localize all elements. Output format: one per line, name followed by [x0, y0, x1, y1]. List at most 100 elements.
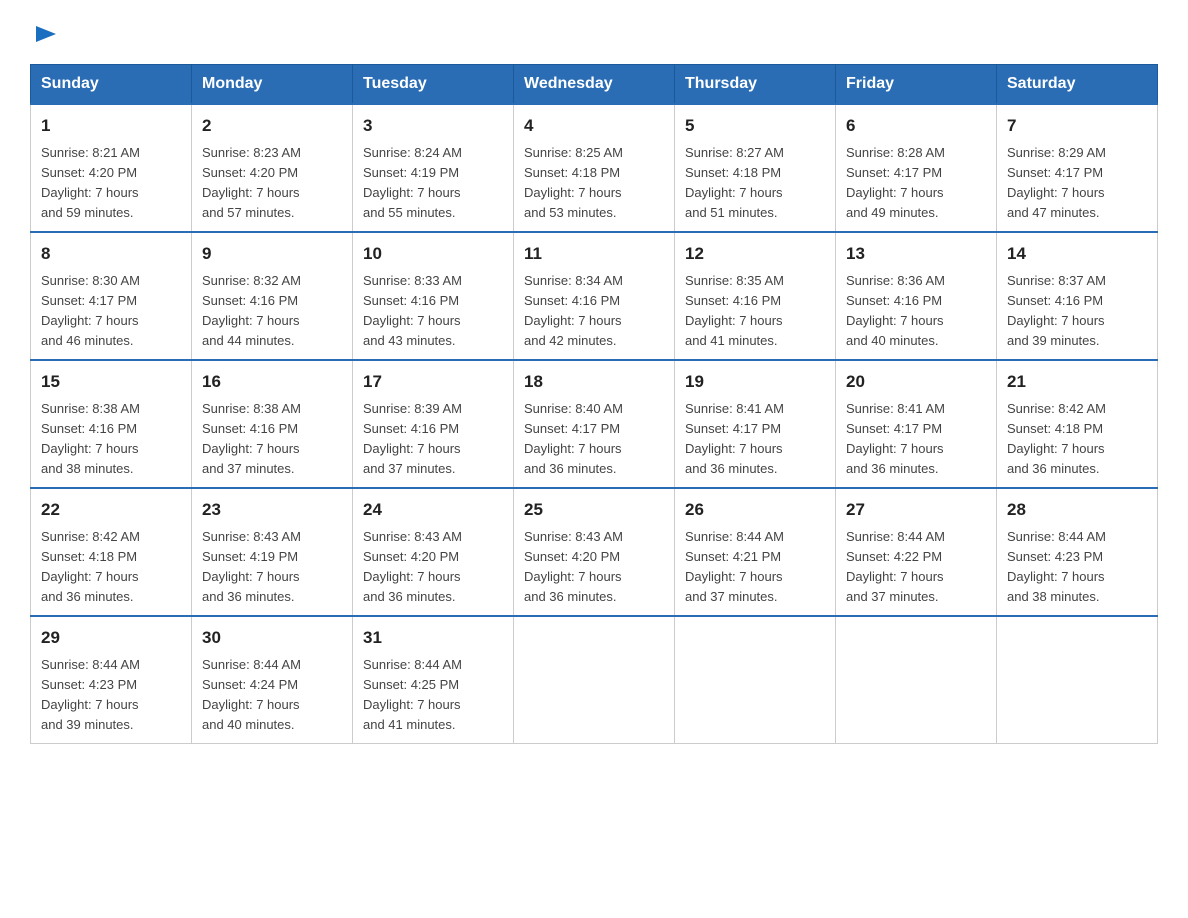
day-number: 5: [685, 113, 825, 139]
day-number: 1: [41, 113, 181, 139]
day-number: 18: [524, 369, 664, 395]
day-info: Sunrise: 8:39 AMSunset: 4:16 PMDaylight:…: [363, 399, 503, 480]
day-info: Sunrise: 8:40 AMSunset: 4:17 PMDaylight:…: [524, 399, 664, 480]
day-info: Sunrise: 8:44 AMSunset: 4:24 PMDaylight:…: [202, 655, 342, 736]
calendar-cell: 2 Sunrise: 8:23 AMSunset: 4:20 PMDaylight…: [192, 104, 353, 232]
calendar-cell: 5 Sunrise: 8:27 AMSunset: 4:18 PMDaylight…: [675, 104, 836, 232]
day-number: 23: [202, 497, 342, 523]
day-number: 27: [846, 497, 986, 523]
calendar-cell: 26 Sunrise: 8:44 AMSunset: 4:21 PMDayligh…: [675, 488, 836, 616]
day-number: 15: [41, 369, 181, 395]
day-info: Sunrise: 8:24 AMSunset: 4:19 PMDaylight:…: [363, 143, 503, 224]
calendar-cell: 17 Sunrise: 8:39 AMSunset: 4:16 PMDayligh…: [353, 360, 514, 488]
day-info: Sunrise: 8:44 AMSunset: 4:21 PMDaylight:…: [685, 527, 825, 608]
day-info: Sunrise: 8:37 AMSunset: 4:16 PMDaylight:…: [1007, 271, 1147, 352]
calendar-cell: 13 Sunrise: 8:36 AMSunset: 4:16 PMDayligh…: [836, 232, 997, 360]
calendar-cell: 25Sunrise: 8:43 AMSunset: 4:20 PMDayligh…: [514, 488, 675, 616]
day-number: 16: [202, 369, 342, 395]
calendar-cell: 14 Sunrise: 8:37 AMSunset: 4:16 PMDayligh…: [997, 232, 1158, 360]
day-number: 6: [846, 113, 986, 139]
calendar-cell: 20 Sunrise: 8:41 AMSunset: 4:17 PMDayligh…: [836, 360, 997, 488]
day-number: 13: [846, 241, 986, 267]
day-info: Sunrise: 8:25 AMSunset: 4:18 PMDaylight:…: [524, 143, 664, 224]
day-number: 17: [363, 369, 503, 395]
day-info: Sunrise: 8:43 AMSunset: 4:20 PMDaylight:…: [524, 527, 664, 608]
day-info: Sunrise: 8:38 AMSunset: 4:16 PMDaylight:…: [41, 399, 181, 480]
calendar-cell: [836, 616, 997, 744]
weekday-header-wednesday: Wednesday: [514, 65, 675, 105]
calendar-body: 1 Sunrise: 8:21 AMSunset: 4:20 PMDaylight…: [31, 104, 1158, 744]
day-info: Sunrise: 8:28 AMSunset: 4:17 PMDaylight:…: [846, 143, 986, 224]
day-number: 7: [1007, 113, 1147, 139]
day-number: 19: [685, 369, 825, 395]
day-info: Sunrise: 8:23 AMSunset: 4:20 PMDaylight:…: [202, 143, 342, 224]
page-header: [30, 20, 1158, 48]
day-info: Sunrise: 8:34 AMSunset: 4:16 PMDaylight:…: [524, 271, 664, 352]
day-number: 26: [685, 497, 825, 523]
calendar-cell: [675, 616, 836, 744]
calendar-cell: 23 Sunrise: 8:43 AMSunset: 4:19 PMDayligh…: [192, 488, 353, 616]
day-info: Sunrise: 8:44 AMSunset: 4:25 PMDaylight:…: [363, 655, 503, 736]
day-number: 4: [524, 113, 664, 139]
day-number: 20: [846, 369, 986, 395]
calendar-cell: 24 Sunrise: 8:43 AMSunset: 4:20 PMDayligh…: [353, 488, 514, 616]
day-info: Sunrise: 8:32 AMSunset: 4:16 PMDaylight:…: [202, 271, 342, 352]
day-number: 21: [1007, 369, 1147, 395]
calendar-cell: 7 Sunrise: 8:29 AMSunset: 4:17 PMDaylight…: [997, 104, 1158, 232]
calendar-cell: 18 Sunrise: 8:40 AMSunset: 4:17 PMDayligh…: [514, 360, 675, 488]
calendar-cell: 16Sunrise: 8:38 AMSunset: 4:16 PMDayligh…: [192, 360, 353, 488]
day-info: Sunrise: 8:43 AMSunset: 4:19 PMDaylight:…: [202, 527, 342, 608]
day-info: Sunrise: 8:44 AMSunset: 4:23 PMDaylight:…: [1007, 527, 1147, 608]
day-number: 2: [202, 113, 342, 139]
weekday-header-friday: Friday: [836, 65, 997, 105]
day-number: 14: [1007, 241, 1147, 267]
weekday-header-monday: Monday: [192, 65, 353, 105]
day-info: Sunrise: 8:41 AMSunset: 4:17 PMDaylight:…: [685, 399, 825, 480]
day-number: 10: [363, 241, 503, 267]
calendar-cell: 10 Sunrise: 8:33 AMSunset: 4:16 PMDayligh…: [353, 232, 514, 360]
weekday-header-thursday: Thursday: [675, 65, 836, 105]
calendar-week-1: 1 Sunrise: 8:21 AMSunset: 4:20 PMDaylight…: [31, 104, 1158, 232]
calendar-cell: 1 Sunrise: 8:21 AMSunset: 4:20 PMDaylight…: [31, 104, 192, 232]
day-info: Sunrise: 8:21 AMSunset: 4:20 PMDaylight:…: [41, 143, 181, 224]
day-info: Sunrise: 8:42 AMSunset: 4:18 PMDaylight:…: [41, 527, 181, 608]
logo: [30, 20, 60, 48]
calendar-cell: [997, 616, 1158, 744]
calendar-cell: 4 Sunrise: 8:25 AMSunset: 4:18 PMDaylight…: [514, 104, 675, 232]
calendar-week-2: 8Sunrise: 8:30 AMSunset: 4:17 PMDaylight…: [31, 232, 1158, 360]
day-info: Sunrise: 8:27 AMSunset: 4:18 PMDaylight:…: [685, 143, 825, 224]
day-number: 24: [363, 497, 503, 523]
day-info: Sunrise: 8:44 AMSunset: 4:22 PMDaylight:…: [846, 527, 986, 608]
day-number: 28: [1007, 497, 1147, 523]
day-info: Sunrise: 8:29 AMSunset: 4:17 PMDaylight:…: [1007, 143, 1147, 224]
day-info: Sunrise: 8:42 AMSunset: 4:18 PMDaylight:…: [1007, 399, 1147, 480]
calendar-week-4: 22Sunrise: 8:42 AMSunset: 4:18 PMDayligh…: [31, 488, 1158, 616]
day-number: 30: [202, 625, 342, 651]
day-number: 9: [202, 241, 342, 267]
day-info: Sunrise: 8:41 AMSunset: 4:17 PMDaylight:…: [846, 399, 986, 480]
weekday-header-sunday: Sunday: [31, 65, 192, 105]
calendar-cell: 8Sunrise: 8:30 AMSunset: 4:17 PMDaylight…: [31, 232, 192, 360]
weekday-header-row: SundayMondayTuesdayWednesdayThursdayFrid…: [31, 65, 1158, 105]
calendar-table: SundayMondayTuesdayWednesdayThursdayFrid…: [30, 64, 1158, 744]
calendar-cell: 9 Sunrise: 8:32 AMSunset: 4:16 PMDaylight…: [192, 232, 353, 360]
day-info: Sunrise: 8:43 AMSunset: 4:20 PMDaylight:…: [363, 527, 503, 608]
day-number: 11: [524, 241, 664, 267]
calendar-cell: 27 Sunrise: 8:44 AMSunset: 4:22 PMDayligh…: [836, 488, 997, 616]
calendar-cell: 31 Sunrise: 8:44 AMSunset: 4:25 PMDayligh…: [353, 616, 514, 744]
calendar-week-3: 15 Sunrise: 8:38 AMSunset: 4:16 PMDayligh…: [31, 360, 1158, 488]
day-number: 31: [363, 625, 503, 651]
day-info: Sunrise: 8:35 AMSunset: 4:16 PMDaylight:…: [685, 271, 825, 352]
calendar-cell: 6 Sunrise: 8:28 AMSunset: 4:17 PMDaylight…: [836, 104, 997, 232]
calendar-header: SundayMondayTuesdayWednesdayThursdayFrid…: [31, 65, 1158, 105]
day-number: 3: [363, 113, 503, 139]
weekday-header-saturday: Saturday: [997, 65, 1158, 105]
day-info: Sunrise: 8:30 AMSunset: 4:17 PMDaylight:…: [41, 271, 181, 352]
calendar-cell: 21 Sunrise: 8:42 AMSunset: 4:18 PMDayligh…: [997, 360, 1158, 488]
calendar-week-5: 29Sunrise: 8:44 AMSunset: 4:23 PMDayligh…: [31, 616, 1158, 744]
day-info: Sunrise: 8:36 AMSunset: 4:16 PMDaylight:…: [846, 271, 986, 352]
day-number: 12: [685, 241, 825, 267]
calendar-cell: 22Sunrise: 8:42 AMSunset: 4:18 PMDayligh…: [31, 488, 192, 616]
calendar-cell: 30 Sunrise: 8:44 AMSunset: 4:24 PMDayligh…: [192, 616, 353, 744]
day-info: Sunrise: 8:33 AMSunset: 4:16 PMDaylight:…: [363, 271, 503, 352]
